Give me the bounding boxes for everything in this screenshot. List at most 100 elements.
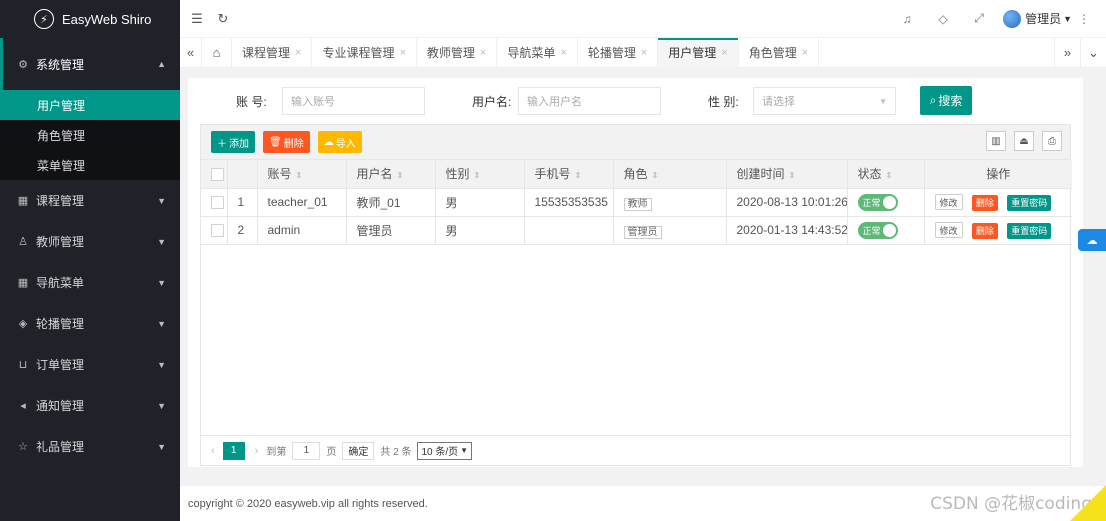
row-checkbox[interactable] [211, 224, 224, 238]
column-header[interactable]: 用户名 ⇕ [345, 160, 436, 189]
edit-button[interactable]: 修改 [934, 193, 963, 210]
delete-row-button[interactable]: 删除 [971, 194, 998, 211]
role-tag: 教师 [623, 197, 652, 211]
speaker-icon: ◂ [20, 400, 26, 412]
close-icon[interactable]: × [399, 47, 405, 59]
tab-major-course[interactable]: 专业课程管理 × [312, 37, 417, 68]
columns-icon[interactable]: ▥ [986, 131, 1006, 151]
tab-carousel[interactable]: 轮播管理 × [578, 37, 659, 68]
import-button[interactable]: ☁ 导入 [317, 131, 362, 153]
current-page[interactable]: 1 [222, 441, 245, 460]
home-icon[interactable]: ⌂ [202, 37, 232, 68]
sort-icon[interactable]: ⇕ [789, 171, 796, 180]
tab-label: 导航菜单 [507, 46, 556, 60]
reset-password-button[interactable]: 重置密码 [1007, 222, 1052, 239]
username-input[interactable]: 输入用户名 [518, 87, 661, 115]
tab-navmenu[interactable]: 导航菜单 × [497, 37, 578, 68]
corner-decoration [1070, 485, 1106, 521]
edit-button[interactable]: 修改 [934, 221, 963, 238]
username-label: 用户名: [472, 95, 512, 109]
sidebar-group-course[interactable]: ▦ 课程管理 ▼ [0, 180, 180, 221]
sort-icon[interactable]: ⇕ [575, 171, 582, 180]
gender-cell: 男 [434, 215, 525, 245]
tab-label: 教师管理 [426, 46, 475, 60]
delete-button[interactable]: 🗑 删除 [263, 131, 310, 153]
print-icon[interactable]: ⎙ [1042, 131, 1062, 151]
created-cell: 2020-01-13 14:43:52 [725, 215, 848, 245]
sort-icon[interactable]: ⇕ [474, 171, 481, 180]
column-header[interactable]: 账号 ⇕ [256, 160, 347, 189]
close-icon[interactable]: × [721, 47, 727, 59]
sidebar-group-teacher[interactable]: ♙ 教师管理 ▼ [0, 221, 180, 262]
sidebar-item-menus[interactable]: 菜单管理 [0, 150, 180, 180]
fullscreen-icon[interactable]: ⤢ [961, 11, 997, 26]
logo[interactable]: ⚡ EasyWeb Shiro [0, 0, 180, 38]
user-menu[interactable]: 管理员 ▼ [1003, 9, 1072, 28]
tab-teacher[interactable]: 教师管理 × [417, 37, 498, 68]
sidebar-group-navmenu[interactable]: ▦ 导航菜单 ▼ [0, 262, 180, 303]
sort-icon[interactable]: ⇕ [296, 171, 303, 180]
sidebar-item-users[interactable]: 用户管理 [0, 90, 180, 120]
sort-icon[interactable]: ⇕ [886, 171, 893, 180]
tab-course[interactable]: 课程管理 × [232, 37, 313, 68]
cloud-float-button[interactable]: ☁ [1078, 229, 1106, 251]
sidebar-group-carousel[interactable]: ◈ 轮播管理 ▼ [0, 303, 180, 344]
close-icon[interactable]: × [641, 47, 647, 59]
chevron-down-icon: ▼ [157, 318, 166, 329]
row-checkbox[interactable] [211, 196, 224, 210]
tab-users[interactable]: 用户管理 × [658, 37, 739, 68]
next-page-icon[interactable]: › [255, 445, 259, 457]
menu-toggle-icon[interactable]: ☰ [184, 11, 210, 27]
sort-icon[interactable]: ⇕ [652, 171, 659, 180]
prev-page-icon[interactable]: ‹ [211, 445, 215, 457]
sidebar-group-gift[interactable]: ☆ 礼品管理 ▼ [0, 426, 180, 467]
more-icon[interactable]: ⋮ [1072, 12, 1096, 26]
sidebar-item-roles[interactable]: 角色管理 [0, 120, 180, 150]
close-icon[interactable]: × [802, 47, 808, 59]
reset-password-button[interactable]: 重置密码 [1007, 194, 1052, 211]
sidebar-group-system[interactable]: ⚙ 系统管理 ▲ [0, 38, 180, 90]
delete-row-button[interactable]: 删除 [971, 222, 998, 239]
column-header[interactable]: 创建时间 ⇕ [725, 160, 848, 189]
refresh-icon[interactable]: ↻ [210, 11, 236, 27]
tab-roles[interactable]: 角色管理 × [739, 37, 820, 68]
close-icon[interactable]: × [560, 47, 566, 59]
status-toggle[interactable]: 正常 [857, 193, 898, 211]
sidebar-group-label: 系统管理 [36, 57, 85, 72]
tab-scroll-left-icon[interactable]: « [180, 37, 202, 68]
select-all-checkbox[interactable] [211, 167, 224, 181]
column-header[interactable]: 手机号 ⇕ [523, 160, 614, 189]
close-icon[interactable]: × [480, 47, 486, 59]
account-cell: admin [256, 215, 347, 245]
column-header: 操作 [923, 160, 1072, 189]
sidebar-group-notice[interactable]: ◂ 通知管理 ▼ [0, 385, 180, 426]
page-input[interactable]: 1 [292, 441, 321, 460]
plus-icon: ＋ [217, 138, 227, 150]
column-header-label: 性别 [445, 167, 470, 182]
sidebar-group-order[interactable]: ⊔ 订单管理 ▼ [0, 344, 180, 385]
page-size-select[interactable]: 10 条/页 ▼ [417, 441, 473, 460]
export-icon[interactable]: ⏏ [1014, 131, 1034, 151]
tab-scroll-right-icon[interactable]: » [1054, 37, 1080, 68]
bell-icon[interactable]: ♫ [889, 12, 925, 26]
tab-label: 用户管理 [668, 46, 717, 60]
column-header[interactable]: 状态 ⇕ [846, 160, 925, 189]
gender-select[interactable]: 请选择 ▼ [753, 87, 896, 115]
column-header[interactable]: 角色 ⇕ [612, 160, 727, 189]
tab-label: 课程管理 [242, 46, 291, 60]
tag-icon[interactable]: ◇ [925, 12, 961, 26]
role-cell: 教师 [612, 187, 727, 217]
tab-menu-chevron-down-icon[interactable]: ⌄ [1080, 37, 1106, 68]
close-icon[interactable]: × [295, 47, 301, 59]
column-header-label: 创建时间 [736, 167, 785, 182]
account-input[interactable]: 输入账号 [282, 87, 425, 115]
sort-icon[interactable]: ⇕ [397, 171, 404, 180]
column-header[interactable]: 性别 ⇕ [434, 160, 525, 189]
add-button[interactable]: ＋添加 [211, 131, 255, 153]
status-toggle[interactable]: 正常 [857, 221, 898, 239]
user-icon: ♙ [18, 236, 28, 248]
search-button[interactable]: ⌕ 搜索 [920, 86, 972, 115]
goto-confirm-button[interactable]: 确定 [342, 441, 375, 460]
chevron-down-icon: ▼ [460, 446, 469, 455]
sidebar-group-label: 通知管理 [36, 399, 85, 413]
